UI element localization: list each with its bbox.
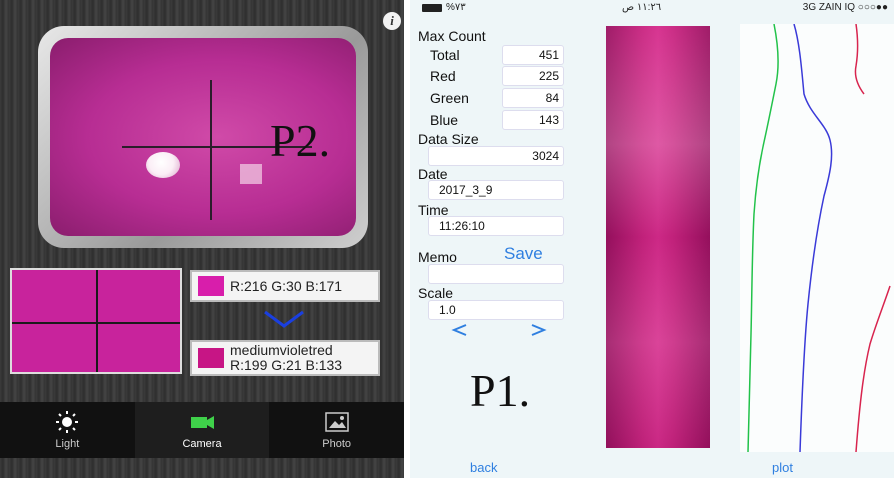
color-strip-image	[606, 26, 710, 448]
named-color-chip	[198, 348, 224, 368]
annotation-p2: P2.	[270, 115, 331, 166]
named-color-readout: mediumvioletred R:199 G:21 B:133	[190, 340, 380, 376]
memo-field[interactable]	[428, 264, 564, 284]
status-bar: %٧٣ ١١:٢٦ ص 3G ZAIN IQ ○○○●●	[410, 0, 894, 16]
red-field[interactable]: 225	[502, 66, 564, 86]
tab-photo[interactable]: Photo	[269, 402, 404, 458]
color-preview	[10, 268, 182, 374]
battery-icon	[422, 4, 442, 12]
photo-icon	[324, 412, 349, 432]
carrier-text: 3G ZAIN IQ ○○○●●	[802, 2, 888, 13]
red-profile-line-bottom	[855, 285, 891, 452]
red-label: Red	[430, 68, 456, 84]
save-button[interactable]: Save	[504, 244, 543, 264]
data-size-label: Data Size	[418, 131, 479, 147]
max-count-label: Max Count	[418, 28, 486, 44]
scale-label: Scale	[418, 285, 454, 301]
total-field[interactable]: 451	[502, 45, 564, 65]
camera-pane: i P2. R:216 G:30 B:171 mediumvioletred R…	[0, 0, 404, 478]
sampled-color-chip	[198, 276, 224, 296]
blue-field[interactable]: 143	[502, 110, 564, 130]
blue-label: Blue	[430, 112, 459, 128]
annotation-p1: P1.	[470, 365, 531, 416]
tab-camera-label: Camera	[182, 438, 222, 450]
color-name-rgb-text: R:199 G:21 B:133	[230, 357, 343, 373]
plot-button[interactable]: plot	[772, 460, 793, 475]
blue-profile-line	[793, 24, 833, 452]
red-profile-line-top	[854, 24, 865, 95]
preview-crosshair-horizontal	[12, 322, 180, 324]
sampled-color-readout: R:216 G:30 B:171	[190, 270, 380, 302]
info-icon[interactable]: i	[383, 12, 401, 30]
date-field[interactable]: 2017_3_9	[428, 180, 564, 200]
rgb-profile-plot	[740, 24, 894, 452]
back-button[interactable]: back	[470, 460, 497, 475]
sun-icon	[56, 411, 79, 433]
light-spot	[146, 152, 180, 178]
tab-bar: Light Camera Photo	[0, 402, 404, 458]
green-profile-line	[747, 24, 779, 452]
color-strip-shading	[606, 26, 710, 448]
tab-light-label: Light	[55, 438, 80, 450]
viewfinder-image: P2.	[50, 38, 356, 236]
tab-photo-label: Photo	[322, 438, 352, 450]
battery-percent: %٧٣	[446, 2, 466, 13]
camera-icon	[191, 416, 214, 429]
green-field[interactable]: 84	[502, 88, 564, 108]
status-time: ١١:٢٦ ص	[622, 2, 662, 13]
tab-light[interactable]: Light	[0, 402, 135, 458]
scale-field[interactable]: 1.0	[428, 300, 564, 320]
preview-crosshair-vertical	[96, 270, 98, 372]
data-size-field[interactable]: 3024	[428, 146, 564, 166]
sampled-rgb-text: R:216 G:30 B:171	[230, 277, 343, 294]
chevron-left-icon[interactable]	[450, 320, 470, 340]
sample-target-square	[240, 164, 262, 184]
chevron-right-icon[interactable]	[528, 320, 548, 340]
memo-label: Memo	[418, 249, 457, 265]
time-field[interactable]: 11:26:10	[428, 216, 564, 236]
green-label: Green	[430, 90, 469, 106]
chevron-down-icon	[264, 310, 304, 328]
camera-viewfinder[interactable]: P2.	[38, 26, 368, 248]
color-name-text: mediumvioletred	[230, 342, 333, 358]
total-label: Total	[430, 47, 460, 63]
data-pane: %٧٣ ١١:٢٦ ص 3G ZAIN IQ ○○○●● Max Count T…	[410, 0, 894, 478]
tab-camera[interactable]: Camera	[134, 402, 270, 458]
crosshair-vertical	[210, 80, 212, 220]
